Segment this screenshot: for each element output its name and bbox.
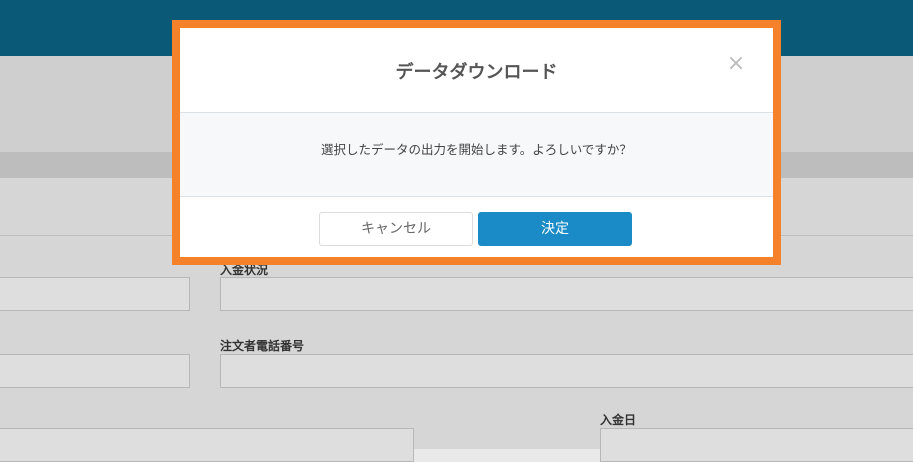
payment-date-label: 入金日 <box>600 413 637 427</box>
orderer-phone-input[interactable] <box>220 354 913 388</box>
background-input-3[interactable] <box>0 428 414 462</box>
background-input-2[interactable] <box>0 354 190 388</box>
dialog-title: データダウンロード <box>395 62 558 83</box>
background-input-1[interactable] <box>0 277 190 311</box>
payment-status-input[interactable] <box>220 277 913 311</box>
confirmation-message: 選択したデータの出力を開始します。よろしいですか？ <box>321 142 632 157</box>
payment-date-input[interactable] <box>600 428 913 462</box>
dialog-header: データダウンロード × <box>180 28 773 113</box>
cancel-button[interactable]: キャンセル <box>319 212 473 246</box>
dialog-body: 選択したデータの出力を開始します。よろしいですか？ <box>180 113 773 197</box>
close-icon[interactable]: × <box>724 52 748 76</box>
data-download-dialog: データダウンロード × 選択したデータの出力を開始します。よろしいですか？ キャ… <box>172 20 781 265</box>
orderer-phone-label: 注文者電話番号 <box>220 339 305 353</box>
confirm-button[interactable]: 決定 <box>478 212 632 246</box>
dialog-footer: キャンセル 決定 <box>180 197 773 257</box>
